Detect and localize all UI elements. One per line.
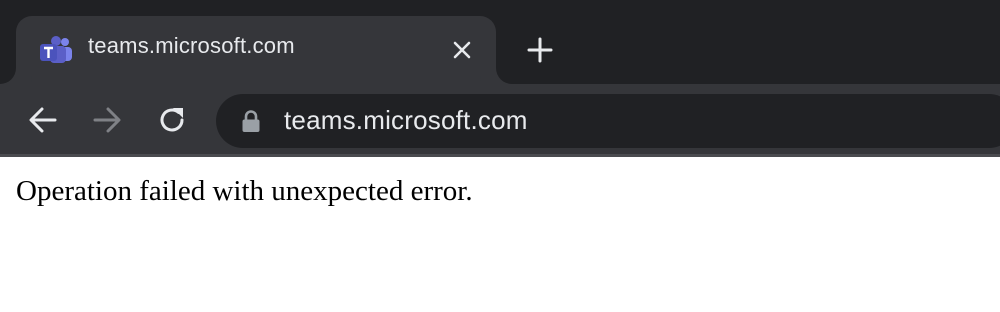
active-tab[interactable]: teams.microsoft.com bbox=[16, 16, 496, 84]
tab-strip: teams.microsoft.com bbox=[0, 0, 1000, 84]
browser-chrome: teams.microsoft.com teams.microsoft.com bbox=[0, 0, 1000, 157]
back-button[interactable] bbox=[27, 104, 59, 136]
close-icon[interactable] bbox=[450, 38, 474, 62]
tab-title: teams.microsoft.com bbox=[88, 33, 295, 58]
toolbar: teams.microsoft.com bbox=[0, 84, 1000, 154]
lock-icon[interactable] bbox=[240, 109, 262, 133]
microsoft-teams-icon bbox=[40, 36, 72, 63]
address-bar[interactable]: teams.microsoft.com bbox=[216, 94, 1000, 148]
error-message: Operation failed with unexpected error. bbox=[16, 175, 473, 207]
forward-button[interactable] bbox=[91, 104, 123, 136]
new-tab-button[interactable] bbox=[526, 36, 554, 64]
reload-button[interactable] bbox=[156, 104, 188, 136]
url-text[interactable]: teams.microsoft.com bbox=[284, 105, 528, 136]
page-content: Operation failed with unexpected error. bbox=[0, 157, 1000, 312]
